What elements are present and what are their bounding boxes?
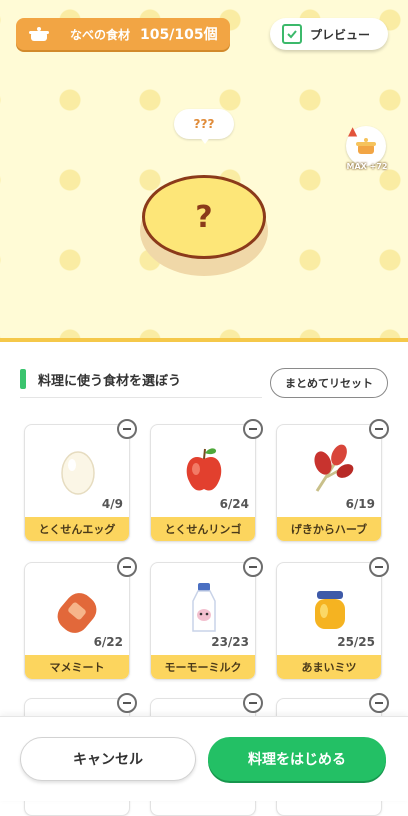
ingredients-count: 105/105個 bbox=[140, 27, 218, 43]
ingredient-count: 6/19 bbox=[345, 497, 375, 511]
checkbox-checked-icon[interactable] bbox=[282, 24, 302, 44]
minus-icon[interactable] bbox=[369, 557, 389, 577]
reset-all-button[interactable]: まとめてリセット bbox=[270, 368, 388, 398]
dish-name-bubble: ??? bbox=[174, 109, 234, 139]
section-underline bbox=[20, 397, 262, 398]
start-cooking-button[interactable]: 料理をはじめる bbox=[208, 737, 386, 781]
ingredient-count: 25/25 bbox=[337, 635, 375, 649]
section-title: 料理に使う食材を選ぼう bbox=[38, 373, 182, 389]
pot-ingredient-counter: なべの食材 105/105個 bbox=[16, 18, 230, 50]
ingredient-name: とくせんリンゴ bbox=[151, 517, 255, 541]
ingredient-card-milk[interactable]: 23/23 モーモーミルク bbox=[150, 562, 256, 680]
ingredient-name: マメミート bbox=[25, 655, 129, 679]
pot-icon bbox=[28, 23, 50, 45]
apple-icon bbox=[179, 441, 229, 497]
ingredient-name: げきからハーブ bbox=[277, 517, 381, 541]
pot-level-button[interactable]: ▲ MAX +72 bbox=[344, 124, 390, 174]
minus-icon[interactable] bbox=[243, 693, 263, 713]
dish-plate: ? bbox=[142, 175, 266, 259]
minus-icon[interactable] bbox=[243, 419, 263, 439]
ingredient-count: 6/24 bbox=[219, 497, 249, 511]
arrow-up-icon: ▲ bbox=[348, 124, 358, 138]
ingredient-count: 4/9 bbox=[101, 497, 123, 511]
ingredient-card-apple[interactable]: 6/24 とくせんリンゴ bbox=[150, 424, 256, 542]
unknown-dish-mark: ? bbox=[195, 199, 213, 235]
action-footer: キャンセル 料理をはじめる bbox=[0, 716, 408, 801]
cancel-button[interactable]: キャンセル bbox=[20, 737, 196, 781]
pot-preview-area: なべの食材 105/105個 プレビュー ??? ▲ MAX +72 ? bbox=[0, 0, 408, 338]
ingredient-card-herb[interactable]: 6/19 げきからハーブ bbox=[276, 424, 382, 542]
max-capacity-label: MAX +72 bbox=[346, 162, 388, 171]
ingredient-name: とくせんエッグ bbox=[25, 517, 129, 541]
section-header: 料理に使う食材を選ぼう bbox=[20, 368, 181, 390]
ingredient-count: 6/22 bbox=[93, 635, 123, 649]
preview-label: プレビュー bbox=[310, 27, 371, 42]
ingredient-name: モーモーミルク bbox=[151, 655, 255, 679]
section-accent-bar bbox=[20, 369, 26, 389]
ingredient-name: あまいミツ bbox=[277, 655, 381, 679]
ingredients-label: なべの食材 bbox=[70, 27, 131, 42]
ingredient-count: 23/23 bbox=[211, 635, 249, 649]
honey-jar-icon bbox=[305, 579, 355, 635]
minus-icon[interactable] bbox=[117, 693, 137, 713]
divider bbox=[0, 338, 408, 342]
milk-icon bbox=[179, 579, 229, 635]
bubble-tail bbox=[199, 136, 211, 144]
sausage-icon bbox=[53, 579, 103, 635]
ingredient-card-honey[interactable]: 25/25 あまいミツ bbox=[276, 562, 382, 680]
minus-icon[interactable] bbox=[369, 419, 389, 439]
minus-icon[interactable] bbox=[117, 557, 137, 577]
minus-icon[interactable] bbox=[117, 419, 137, 439]
preview-toggle[interactable]: プレビュー bbox=[270, 18, 388, 50]
herb-icon bbox=[305, 441, 355, 497]
ingredient-card-egg[interactable]: 4/9 とくせんエッグ bbox=[24, 424, 130, 542]
minus-icon[interactable] bbox=[369, 693, 389, 713]
minus-icon[interactable] bbox=[243, 557, 263, 577]
ingredient-card-sausage[interactable]: 6/22 マメミート bbox=[24, 562, 130, 680]
egg-icon bbox=[53, 441, 103, 497]
